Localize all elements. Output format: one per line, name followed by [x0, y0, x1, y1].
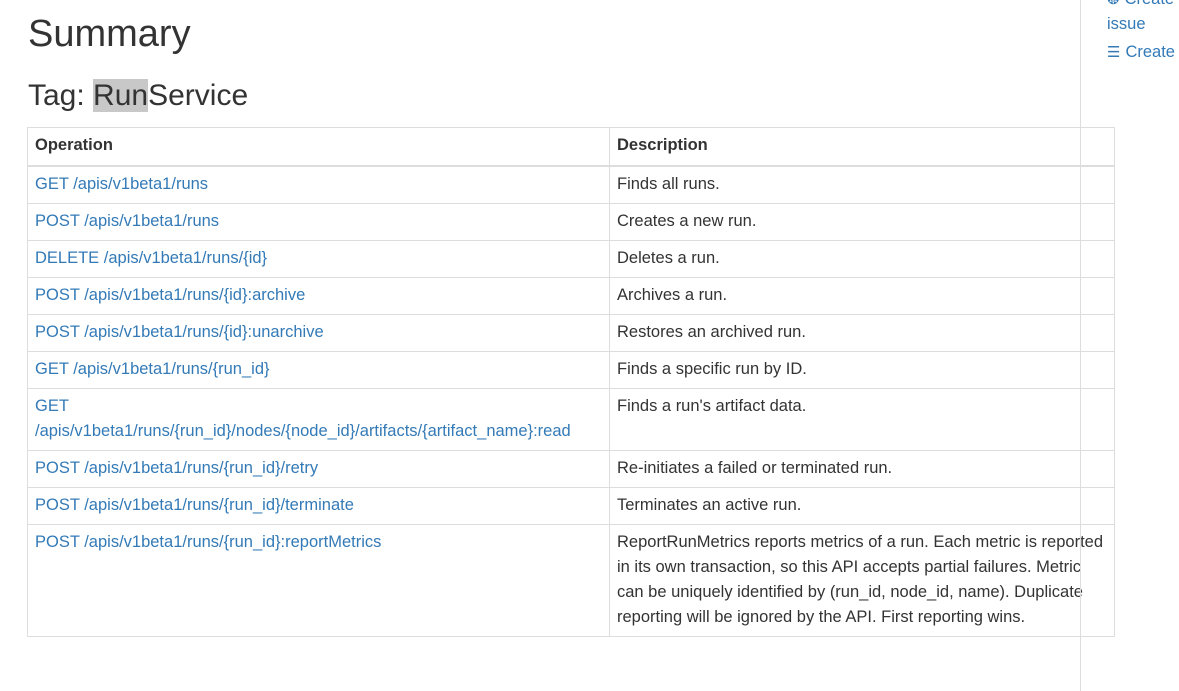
operation-cell: GET /apis/v1beta1/runs/{run_id}/nodes/{n… [27, 388, 610, 451]
create-issue-label-2: issue [1107, 15, 1146, 33]
description-cell: Finds all runs. [609, 165, 1115, 204]
table-row: DELETE /apis/v1beta1/runs/{id} Deletes a … [27, 240, 1115, 278]
table-row: POST /apis/v1beta1/runs/{run_id}/retry Re… [27, 450, 1115, 488]
table-header-row: Operation Description [27, 127, 1115, 167]
operation-column-header: Operation [27, 127, 610, 167]
operation-link[interactable]: POST /apis/v1beta1/runs/{run_id}:reportM… [35, 533, 381, 551]
page: Summary Tag: RunService Operation Descri… [0, 0, 1179, 691]
operation-cell: POST /apis/v1beta1/runs/{id}:unarchive [27, 314, 610, 352]
description-cell: Deletes a run. [609, 240, 1115, 278]
github-icon: ❂ [1107, 0, 1120, 11]
table-row: POST /apis/v1beta1/runs Creates a new run… [27, 203, 1115, 241]
operation-cell: GET /apis/v1beta1/runs/{run_id} [27, 351, 610, 389]
description-cell: Creates a new run. [609, 203, 1115, 241]
description-cell: Restores an archived run. [609, 314, 1115, 352]
create-issue-link[interactable]: ❂ Create [1107, 0, 1174, 11]
create-issue-link-continued[interactable]: issue [1107, 13, 1146, 35]
table-row: POST /apis/v1beta1/runs/{run_id}/termina… [27, 487, 1115, 525]
tag-name-rest: Service [148, 79, 249, 112]
operation-link[interactable]: POST /apis/v1beta1/runs/{id}:unarchive [35, 323, 324, 341]
operation-cell: POST /apis/v1beta1/runs/{run_id}:reportM… [27, 524, 610, 637]
page-title: Summary [28, 13, 191, 55]
right-sidebar: ❂Create issue ☰Create [1080, 0, 1179, 691]
operation-cell: DELETE /apis/v1beta1/runs/{id} [27, 240, 610, 278]
description-cell: Re-initiates a failed or terminated run. [609, 450, 1115, 488]
create-issue-label: Create [1125, 0, 1175, 8]
create-task-link[interactable]: ☰ Create [1107, 41, 1175, 64]
table-row: GET /apis/v1beta1/runs Finds all runs. [27, 165, 1115, 204]
create-task-label: Create [1125, 43, 1175, 61]
operation-cell: GET /apis/v1beta1/runs [27, 165, 610, 204]
description-cell: Archives a run. [609, 277, 1115, 315]
table-row: POST /apis/v1beta1/runs/{run_id}:reportM… [27, 524, 1115, 637]
description-cell: Terminates an active run. [609, 487, 1115, 525]
description-cell: ReportRunMetrics reports metrics of a ru… [609, 524, 1115, 637]
description-column-header: Description [609, 127, 1115, 167]
tasks-icon: ☰ [1107, 44, 1121, 61]
table-row: POST /apis/v1beta1/runs/{id}:unarchive Re… [27, 314, 1115, 352]
operation-cell: POST /apis/v1beta1/runs [27, 203, 610, 241]
search-highlight: Run [93, 79, 149, 112]
description-cell: Finds a run's artifact data. [609, 388, 1115, 451]
description-cell: Finds a specific run by ID. [609, 351, 1115, 389]
operation-link[interactable]: GET /apis/v1beta1/runs/{run_id}/nodes/{n… [35, 397, 571, 440]
operation-link[interactable]: DELETE /apis/v1beta1/runs/{id} [35, 249, 267, 267]
table-row: GET /apis/v1beta1/runs/{run_id} Finds a s… [27, 351, 1115, 389]
operation-link[interactable]: POST /apis/v1beta1/runs [35, 212, 219, 230]
operation-link[interactable]: POST /apis/v1beta1/runs/{id}:archive [35, 286, 305, 304]
operations-table: Operation Description GET /apis/v1beta1/… [27, 127, 1115, 637]
operations-table-body: GET /apis/v1beta1/runs Finds all runs. POS… [27, 165, 1115, 637]
operation-link[interactable]: POST /apis/v1beta1/runs/{run_id}/termina… [35, 496, 354, 514]
operation-cell: POST /apis/v1beta1/runs/{id}:archive [27, 277, 610, 315]
operation-link[interactable]: POST /apis/v1beta1/runs/{run_id}/retry [35, 459, 318, 477]
operation-cell: POST /apis/v1beta1/runs/{run_id}/retry [27, 450, 610, 488]
operation-link[interactable]: GET /apis/v1beta1/runs/{run_id} [35, 360, 270, 378]
table-row: POST /apis/v1beta1/runs/{id}:archive Arch… [27, 277, 1115, 315]
operation-link[interactable]: GET /apis/v1beta1/runs [35, 175, 208, 193]
table-row: GET /apis/v1beta1/runs/{run_id}/nodes/{n… [27, 388, 1115, 451]
tag-prefix: Tag: [28, 79, 94, 112]
tag-heading: Tag: RunService [28, 78, 248, 114]
operation-cell: POST /apis/v1beta1/runs/{run_id}/termina… [27, 487, 610, 525]
